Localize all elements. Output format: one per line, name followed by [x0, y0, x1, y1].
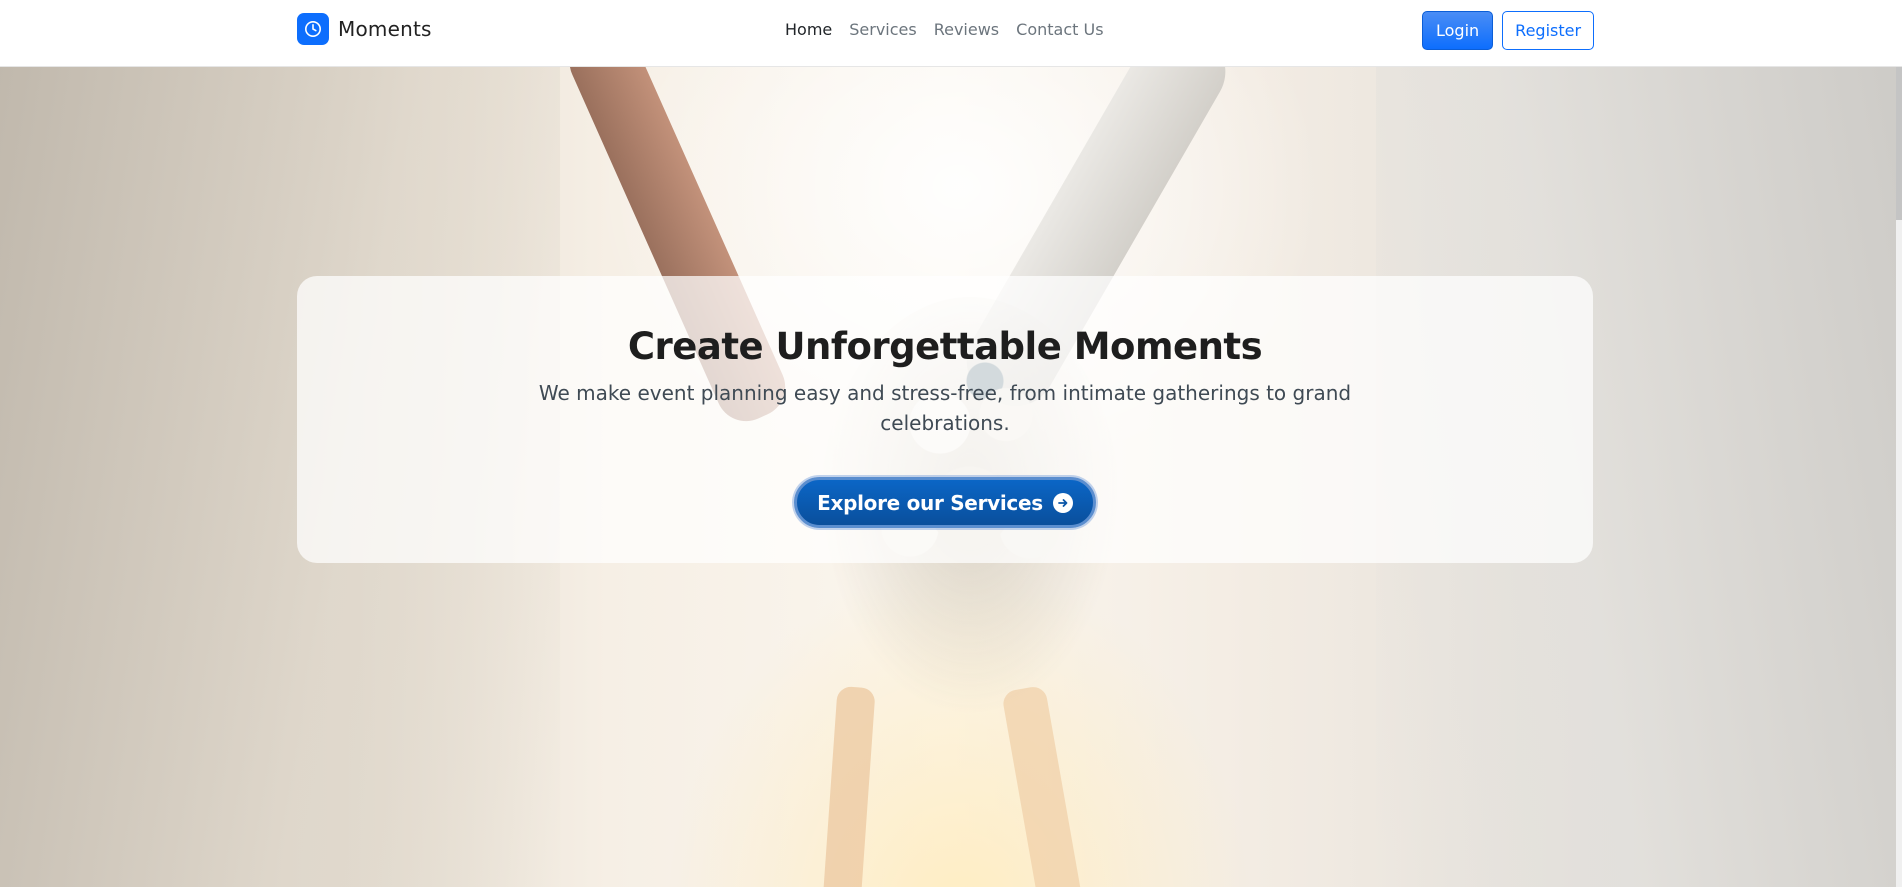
clock-icon [297, 13, 329, 45]
page-scrollbar[interactable] [1896, 0, 1902, 887]
brand-name: Moments [338, 17, 432, 41]
explore-services-button[interactable]: Explore our Services [794, 477, 1096, 528]
nav-contact-us[interactable]: Contact Us [1016, 20, 1103, 39]
arrow-right-circle-icon [1052, 492, 1073, 513]
main-nav: Home Services Reviews Contact Us [785, 0, 1104, 58]
hero-title: Create Unforgettable Moments [627, 325, 1263, 368]
hero-card: Create Unforgettable Moments We make eve… [297, 276, 1593, 563]
hero-subtitle: We make event planning easy and stress-f… [538, 381, 1352, 435]
navbar: Moments Home Services Reviews Contact Us… [0, 0, 1902, 67]
brand[interactable]: Moments [297, 13, 432, 45]
login-button[interactable]: Login [1422, 11, 1494, 50]
nav-home[interactable]: Home [785, 20, 832, 39]
auth-buttons: Login Register [1422, 11, 1595, 50]
explore-services-label: Explore our Services [817, 490, 1043, 515]
nav-services[interactable]: Services [849, 20, 916, 39]
nav-reviews[interactable]: Reviews [934, 20, 999, 39]
register-button[interactable]: Register [1502, 11, 1595, 50]
